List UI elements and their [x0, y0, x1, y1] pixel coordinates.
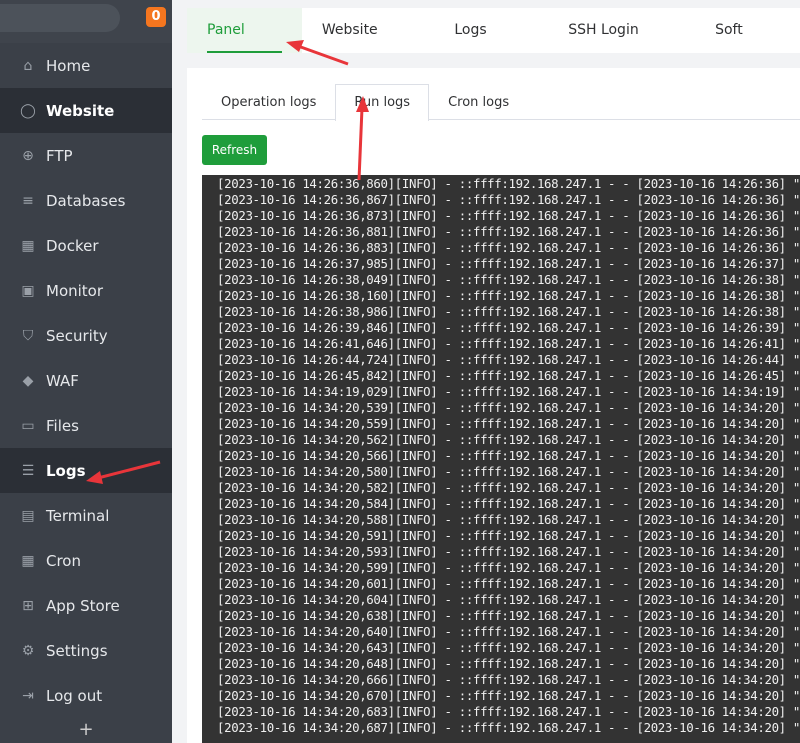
log-line: [2023-10-16 14:34:20,580][INFO] - ::ffff… [217, 464, 800, 479]
tab-soft-logs[interactable]: Soft Logs [695, 8, 800, 83]
tab-website-logs[interactable]: Website Logs [302, 8, 435, 83]
waf-shield-icon: ◆ [22, 372, 34, 389]
sidebar-item-label: FTP [46, 146, 73, 165]
sidebar-item-home[interactable]: ⌂ Home [0, 43, 172, 88]
sidebar-item-files[interactable]: ▭ Files [0, 403, 172, 448]
terminal-icon: ▤ [21, 507, 35, 524]
shield-icon: ⛉ [22, 327, 34, 344]
sidebar-item-log-out[interactable]: ⇥ Log out [0, 673, 172, 718]
sidebar-item-label: App Store [46, 596, 120, 615]
log-line: [2023-10-16 14:26:41,646][INFO] - ::ffff… [217, 336, 800, 351]
sidebar-item-cron[interactable]: ▦ Cron [0, 538, 172, 583]
apps-icon: ⊞ [22, 597, 34, 614]
sidebar-item-ftp[interactable]: ⊕ FTP [0, 133, 172, 178]
log-line: [2023-10-16 14:34:20,601][INFO] - ::ffff… [217, 576, 800, 591]
logs-icon: ☰ [21, 462, 35, 479]
log-line: [2023-10-16 14:26:36,881][INFO] - ::ffff… [217, 224, 800, 239]
log-line: [2023-10-16 14:26:45,842][INFO] - ::ffff… [217, 368, 800, 383]
sidebar-item-label: Log out [46, 686, 103, 705]
logo: 0 [0, 0, 172, 43]
content-card: Operation logs Run logs Cron logs Refresh … [187, 68, 800, 743]
log-line: [2023-10-16 14:26:38,049][INFO] - ::ffff… [217, 272, 800, 287]
monitor-icon: ▣ [21, 282, 35, 299]
gear-icon: ⚙ [21, 642, 35, 659]
tab-panel-logs[interactable]: Panel Logs [187, 8, 302, 83]
log-line: [2023-10-16 14:34:19,029][INFO] - ::ffff… [217, 384, 800, 399]
sidebar-item-waf[interactable]: ◆ WAF [0, 358, 172, 403]
sidebar-item-terminal[interactable]: ▤ Terminal [0, 493, 172, 538]
log-line: [2023-10-16 14:34:20,588][INFO] - ::ffff… [217, 512, 800, 527]
sidebar-item-label: Databases [46, 191, 126, 210]
log-line: [2023-10-16 14:34:20,638][INFO] - ::ffff… [217, 608, 800, 623]
log-line: [2023-10-16 14:26:36,883][INFO] - ::ffff… [217, 240, 800, 255]
log-line: [2023-10-16 14:34:20,593][INFO] - ::ffff… [217, 544, 800, 559]
log-line: [2023-10-16 14:34:20,648][INFO] - ::ffff… [217, 656, 800, 671]
sidebar-item-label: Security [46, 326, 108, 345]
sidebar-item-label: Home [46, 56, 91, 75]
logout-icon: ⇥ [22, 687, 34, 704]
log-line: [2023-10-16 14:34:20,584][INFO] - ::ffff… [217, 496, 800, 511]
sidebar-item-app-store[interactable]: ⊞ App Store [0, 583, 172, 628]
refresh-button[interactable]: Refresh [202, 135, 267, 165]
log-line: [2023-10-16 14:34:20,683][INFO] - ::ffff… [217, 704, 800, 719]
sidebar-item-label: Logs [46, 461, 86, 480]
log-line: [2023-10-16 14:34:20,591][INFO] - ::ffff… [217, 528, 800, 543]
sidebar-item-docker[interactable]: ▦ Docker [0, 223, 172, 268]
log-line: [2023-10-16 14:34:20,599][INFO] - ::ffff… [217, 560, 800, 575]
sidebar-item-label: WAF [46, 371, 79, 390]
sub-tabs: Operation logs Run logs Cron logs [202, 84, 800, 121]
subtab-operation-logs[interactable]: Operation logs [202, 84, 335, 119]
sidebar-item-security[interactable]: ⛉ Security [0, 313, 172, 358]
log-line: [2023-10-16 14:26:37,985][INFO] - ::ffff… [217, 256, 800, 271]
sidebar-item-databases[interactable]: ≡ Databases [0, 178, 172, 223]
log-line: [2023-10-16 14:34:20,559][INFO] - ::ffff… [217, 416, 800, 431]
log-line: [2023-10-16 14:26:38,160][INFO] - ::ffff… [217, 288, 800, 303]
docker-icon: ▦ [21, 237, 35, 254]
log-viewer[interactable]: [2023-10-16 14:26:36,860][INFO] - ::ffff… [202, 175, 800, 743]
log-line: [2023-10-16 14:26:36,867][INFO] - ::ffff… [217, 192, 800, 207]
log-line: [2023-10-16 14:34:20,640][INFO] - ::ffff… [217, 624, 800, 639]
sidebar-item-label: Website [46, 101, 115, 120]
folder-icon: ▭ [21, 417, 35, 434]
logo-image [0, 4, 120, 32]
subtab-cron-logs[interactable]: Cron logs [429, 84, 528, 119]
log-line: [2023-10-16 14:34:20,562][INFO] - ::ffff… [217, 432, 800, 447]
sidebar-item-label: Terminal [46, 506, 110, 525]
log-line: [2023-10-16 14:34:20,566][INFO] - ::ffff… [217, 448, 800, 463]
tab-ssh-login-logs[interactable]: SSH Login Logs [548, 8, 695, 83]
calendar-icon: ▦ [21, 552, 35, 569]
subtab-run-logs[interactable]: Run logs [335, 84, 430, 121]
sidebar-item-website[interactable]: ◯ Website [0, 88, 172, 133]
log-tabs: Panel LogsWebsite LogsLogs AuditSSH Logi… [187, 8, 800, 83]
sidebar-item-label: Docker [46, 236, 99, 255]
add-button[interactable]: + [0, 719, 172, 743]
sidebar-item-label: Files [46, 416, 79, 435]
log-line: [2023-10-16 14:34:20,539][INFO] - ::ffff… [217, 400, 800, 415]
log-line: [2023-10-16 14:34:20,670][INFO] - ::ffff… [217, 688, 800, 703]
sidebar: 0 ⌂ Home ◯ Website ⊕ FTP ≡ Databases ▦ Docker ▣ Mon… [0, 0, 172, 743]
sidebar-item-label: Monitor [46, 281, 104, 300]
circle-icon: ◯ [20, 102, 36, 119]
log-line: [2023-10-16 14:26:36,860][INFO] - ::ffff… [217, 176, 800, 191]
log-line: [2023-10-16 14:26:38,986][INFO] - ::ffff… [217, 304, 800, 319]
log-line: [2023-10-16 14:26:36,873][INFO] - ::ffff… [217, 208, 800, 223]
home-icon: ⌂ [23, 57, 33, 74]
sidebar-item-logs[interactable]: ☰ Logs [0, 448, 172, 493]
sidebar-item-label: Cron [46, 551, 81, 570]
globe-icon: ⊕ [22, 147, 34, 164]
log-line: [2023-10-16 14:34:20,687][INFO] - ::ffff… [217, 720, 800, 735]
log-line: [2023-10-16 14:34:20,604][INFO] - ::ffff… [217, 592, 800, 607]
log-line: [2023-10-16 14:26:44,724][INFO] - ::ffff… [217, 352, 800, 367]
log-line: [2023-10-16 14:26:39,846][INFO] - ::ffff… [217, 320, 800, 335]
tab-logs-audit[interactable]: Logs Audit [434, 8, 548, 83]
sidebar-item-monitor[interactable]: ▣ Monitor [0, 268, 172, 313]
sidebar-item-label: Settings [46, 641, 108, 660]
notification-badge[interactable]: 0 [146, 7, 166, 27]
log-line: [2023-10-16 14:34:20,582][INFO] - ::ffff… [217, 480, 800, 495]
database-icon: ≡ [22, 192, 34, 209]
log-line: [2023-10-16 14:34:20,666][INFO] - ::ffff… [217, 672, 800, 687]
log-line: [2023-10-16 14:34:20,643][INFO] - ::ffff… [217, 640, 800, 655]
sidebar-item-settings[interactable]: ⚙ Settings [0, 628, 172, 673]
